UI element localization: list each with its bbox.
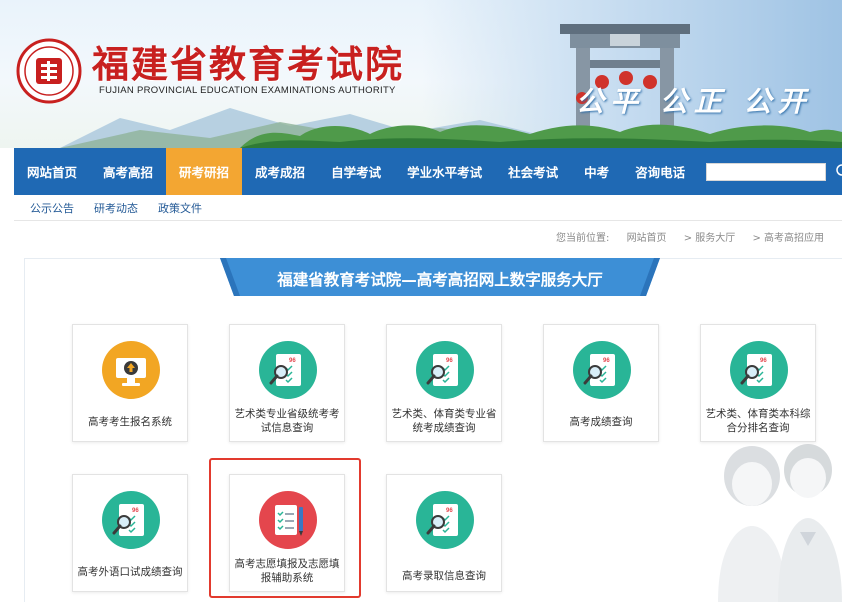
hall-title: 福建省教育考试院—高考高招网上数字服务大厅 xyxy=(277,271,603,289)
breadcrumb-service-hall[interactable]: > 服务大厅 xyxy=(684,233,736,244)
service-label: 高考外语口试成绩查询 xyxy=(77,566,183,578)
subnav-item-news[interactable]: 研考动态 xyxy=(94,200,138,216)
service-label: 高考成绩查询 xyxy=(569,416,633,428)
nav-item-self-study[interactable]: 自学考试 xyxy=(318,148,394,195)
search-icon[interactable] xyxy=(834,162,842,180)
service-card-oral-score[interactable]: 96 高考外语口试成绩查询 xyxy=(72,474,188,592)
service-card-art-exam-info[interactable]: 96 艺术类专业省级统考考试信息查询 xyxy=(229,324,345,442)
svg-text:96: 96 xyxy=(760,358,767,364)
sub-nav: 公示公告 研考动态 政策文件 xyxy=(14,195,842,221)
service-card-registration[interactable]: 高考考生报名系统 xyxy=(72,324,188,442)
subnav-item-announcements[interactable]: 公示公告 xyxy=(30,200,74,216)
svg-text:96: 96 xyxy=(446,358,453,364)
search-input[interactable] xyxy=(706,163,826,181)
breadcrumb: 您当前位置: 网站首页 > 服务大厅 > 高考高招应用 xyxy=(556,229,838,244)
trees-illustration xyxy=(240,124,842,148)
page: 福建省教育考试院 FUJIAN PROVINCIAL EDUCATION EXA… xyxy=(0,0,842,602)
site-title: 福建省教育考试院 xyxy=(92,42,404,86)
breadcrumb-gaokao-apps[interactable]: > 高考高招应用 xyxy=(753,233,825,244)
score-query-icon: 96 xyxy=(102,491,160,549)
service-label: 高考录取信息查询 xyxy=(402,570,486,582)
site-subtitle: FUJIAN PROVINCIAL EDUCATION EXAMINATIONS… xyxy=(99,85,396,96)
score-query-icon: 96 xyxy=(259,341,317,399)
main-nav: 网站首页 高考高招 研考研招 成考成招 自学考试 学业水平考试 社会考试 中考 … xyxy=(14,148,842,195)
upload-monitor-icon xyxy=(102,341,160,399)
breadcrumb-prefix: 您当前位置: xyxy=(556,233,610,244)
customer-service-avatars-icon xyxy=(718,444,842,602)
subnav-item-policies[interactable]: 政策文件 xyxy=(158,200,202,216)
service-card-gaokao-score[interactable]: 96 高考成绩查询 xyxy=(543,324,659,442)
header-banner: 福建省教育考试院 FUJIAN PROVINCIAL EDUCATION EXA… xyxy=(0,0,842,148)
nav-item-graduate-exam[interactable]: 研考研招 xyxy=(166,148,243,195)
svg-text:96: 96 xyxy=(132,508,139,514)
score-query-icon: 96 xyxy=(416,491,474,549)
nav-item-hotline[interactable]: 咨询电话 xyxy=(622,148,698,195)
exam-authority-seal-icon xyxy=(16,38,82,104)
svg-text:96: 96 xyxy=(446,508,453,514)
service-label: 艺术类专业省级统考考试信息查询 xyxy=(234,408,340,434)
score-query-icon: 96 xyxy=(573,341,631,399)
service-label: 艺术类、体育类专业省统考成绩查询 xyxy=(391,408,497,434)
highlight-frame xyxy=(209,458,361,598)
breadcrumb-home[interactable]: 网站首页 xyxy=(627,233,667,244)
nav-item-social-exam[interactable]: 社会考试 xyxy=(495,148,571,195)
slogan: 公平 公正 公开 xyxy=(576,85,812,118)
svg-text:96: 96 xyxy=(603,358,610,364)
service-card-admission-info[interactable]: 96 高考录取信息查询 xyxy=(386,474,502,592)
nav-item-proficiency[interactable]: 学业水平考试 xyxy=(394,148,495,195)
score-query-icon: 96 xyxy=(416,341,474,399)
svg-text:96: 96 xyxy=(289,358,296,364)
service-label: 艺术类、体育类本科综合分排名查询 xyxy=(705,408,811,434)
score-query-icon: 96 xyxy=(730,341,788,399)
service-card-art-sport-score[interactable]: 96 艺术类、体育类专业省统考成绩查询 xyxy=(386,324,502,442)
service-label: 高考考生报名系统 xyxy=(88,416,172,428)
service-card-composite-rank[interactable]: 96 艺术类、体育类本科综合分排名查询 xyxy=(700,324,816,442)
nav-item-adult-exam[interactable]: 成考成招 xyxy=(242,148,318,195)
nav-item-gaokao[interactable]: 高考高招 xyxy=(90,148,166,195)
nav-item-home[interactable]: 网站首页 xyxy=(14,148,90,195)
nav-item-zhongkao[interactable]: 中考 xyxy=(571,148,622,195)
